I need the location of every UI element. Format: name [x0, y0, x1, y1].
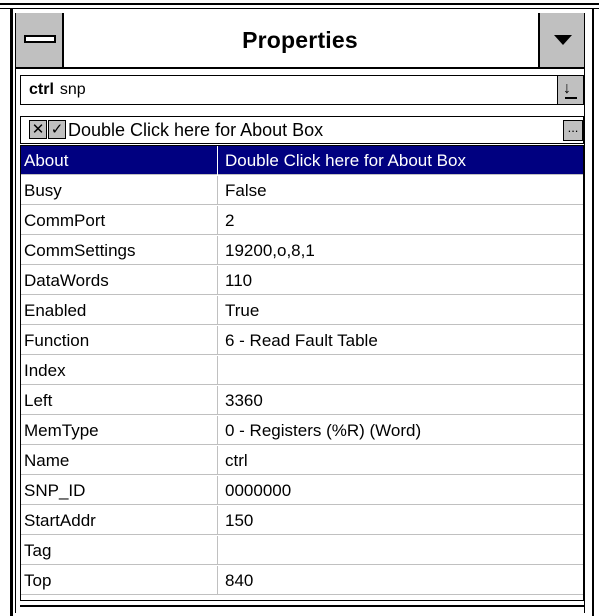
property-name: Top [24, 571, 52, 590]
property-row-snp-id[interactable]: SNP_ID 0000000 [21, 476, 583, 505]
property-row-memtype[interactable]: MemType 0 - Registers (%R) (Word) [21, 416, 583, 445]
object-type: snp [59, 81, 86, 98]
property-value[interactable]: 110 [225, 266, 581, 295]
property-row-enabled[interactable]: Enabled True [21, 296, 583, 325]
property-name: Enabled [24, 301, 87, 320]
properties-grid: About Double Click here for About Box Busy… [20, 145, 584, 601]
window-frame-bottom [20, 605, 584, 607]
ellipsis-icon[interactable]: ... [563, 120, 583, 141]
window-title: Properties [242, 27, 358, 53]
property-row-top[interactable]: Top 840 [21, 566, 583, 595]
column-divider [217, 146, 218, 175]
property-row-commport[interactable]: CommPort 2 [21, 206, 583, 235]
property-value[interactable]: 150 [225, 506, 581, 535]
property-value[interactable]: False [225, 176, 581, 205]
property-value[interactable]: 19200,o,8,1 [225, 236, 581, 265]
property-row-busy[interactable]: Busy False [21, 176, 583, 205]
property-edit-bar[interactable]: ✕ ✓ Double Click here for About Box ... [20, 116, 584, 144]
object-name: ctrl [29, 81, 54, 98]
property-name: Busy [24, 181, 62, 200]
property-name: Index [24, 361, 66, 380]
property-name: Function [24, 331, 90, 350]
property-row-left[interactable]: Left 3360 [21, 386, 583, 415]
column-divider [217, 266, 218, 295]
property-value[interactable]: True [225, 296, 581, 325]
window-frame-left [10, 8, 13, 616]
property-value[interactable] [225, 536, 581, 565]
property-row-name[interactable]: Name ctrl [21, 446, 583, 475]
system-menu-icon[interactable] [16, 13, 64, 67]
property-value[interactable]: 6 - Read Fault Table [225, 326, 581, 355]
property-name: StartAddr [24, 511, 96, 530]
column-divider [217, 536, 218, 565]
property-name: Tag [24, 541, 52, 560]
property-value[interactable] [225, 356, 581, 385]
property-name: About [24, 151, 69, 170]
column-divider [217, 506, 218, 535]
column-divider [217, 566, 218, 595]
column-divider [217, 206, 218, 235]
property-value[interactable]: 2 [225, 206, 581, 235]
column-divider [217, 416, 218, 445]
accept-icon[interactable]: ✓ [48, 120, 66, 139]
cancel-icon[interactable]: ✕ [29, 120, 47, 139]
column-divider [217, 326, 218, 355]
column-divider [217, 386, 218, 415]
window-frame-top [0, 3, 599, 5]
property-row-about[interactable]: About Double Click here for About Box [21, 146, 583, 175]
edit-value-input[interactable]: Double Click here for About Box [68, 117, 323, 143]
title-bar[interactable]: Properties [16, 13, 584, 69]
property-name: CommSettings [24, 241, 136, 260]
property-value[interactable]: 3360 [225, 386, 581, 415]
dropdown-arrow-icon[interactable] [538, 13, 584, 67]
column-divider [217, 446, 218, 475]
property-row-tag[interactable]: Tag [21, 536, 583, 565]
property-value[interactable]: 840 [225, 566, 581, 595]
property-value[interactable]: 0000000 [225, 476, 581, 505]
column-divider [217, 356, 218, 385]
property-name: DataWords [24, 271, 109, 290]
property-name: SNP_ID [24, 481, 86, 500]
column-divider [217, 236, 218, 265]
property-row-index[interactable]: Index [21, 356, 583, 385]
property-row-startaddr[interactable]: StartAddr 150 [21, 506, 583, 535]
window-frame-left-inner [15, 13, 16, 613]
property-value[interactable]: ctrl [225, 446, 581, 475]
property-name: Left [24, 391, 53, 410]
window-frame-top-inner [0, 8, 599, 9]
property-row-datawords[interactable]: DataWords 110 [21, 266, 583, 295]
property-row-function[interactable]: Function 6 - Read Fault Table [21, 326, 583, 355]
window-frame-right-inner [584, 13, 585, 613]
property-value[interactable]: Double Click here for About Box [225, 146, 581, 175]
property-name: CommPort [24, 211, 106, 230]
property-row-commsettings[interactable]: CommSettings 19200,o,8,1 [21, 236, 583, 265]
combo-down-arrow-icon[interactable]: ↓ [557, 76, 583, 104]
column-divider [217, 296, 218, 325]
property-name: Name [24, 451, 70, 470]
column-divider [217, 476, 218, 505]
object-selector[interactable]: ctrl snp ↓ [20, 75, 584, 105]
column-divider [217, 176, 218, 205]
window-frame-right [592, 8, 594, 616]
property-value[interactable]: 0 - Registers (%R) (Word) [225, 416, 581, 445]
property-name: MemType [24, 421, 99, 440]
